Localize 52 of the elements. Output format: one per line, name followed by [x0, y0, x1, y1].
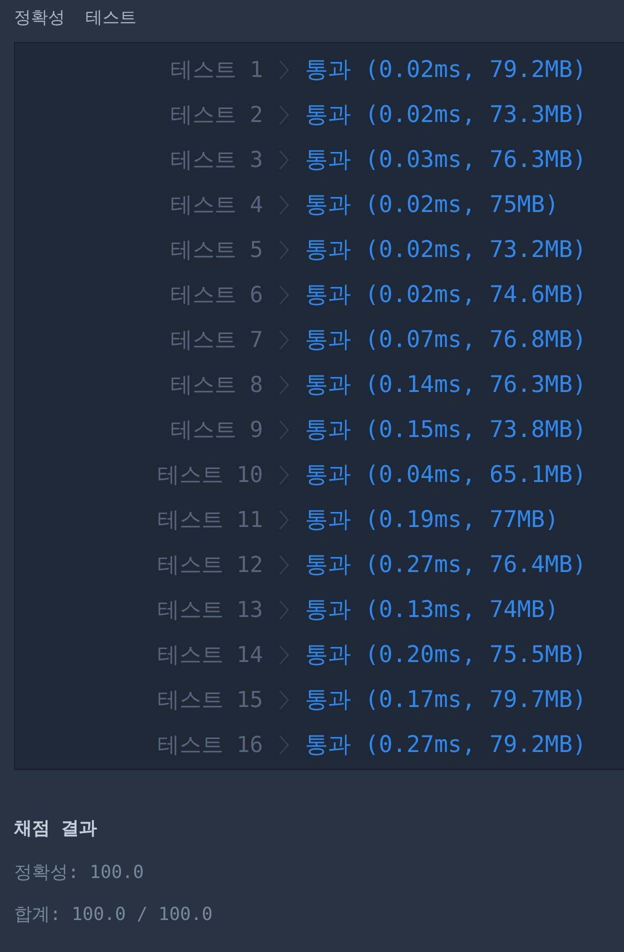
test-result: 통과 (0.15ms, 73.8MB)	[305, 416, 588, 445]
summary-line: 합계: 100.0 / 100.0	[14, 903, 214, 926]
chevron-icon	[279, 240, 289, 260]
test-label: 테스트 12	[157, 552, 263, 580]
chevron-icon	[279, 690, 289, 710]
summary-title: 채점 결과	[14, 817, 98, 840]
chevron-icon	[279, 554, 289, 574]
test-label: 테스트 16	[157, 732, 263, 760]
test-label: 테스트 6	[170, 282, 263, 310]
chevron-icon	[279, 330, 289, 350]
chevron-icon	[279, 284, 289, 304]
test-label: 테스트 5	[170, 236, 263, 264]
chevron-icon	[279, 600, 289, 620]
chevron-icon	[279, 420, 289, 440]
chevron-icon	[279, 194, 289, 214]
test-result: 통과 (0.04ms, 65.1MB)	[305, 461, 588, 490]
test-label: 테스트 11	[157, 506, 263, 534]
test-result: 통과 (0.07ms, 76.8MB)	[305, 326, 588, 355]
test-label: 테스트 4	[170, 192, 263, 220]
test-result: 통과 (0.02ms, 74.6MB)	[305, 281, 588, 310]
test-result: 통과 (0.03ms, 76.3MB)	[305, 146, 588, 175]
chevron-icon	[279, 60, 289, 80]
test-result: 통과 (0.02ms, 73.3MB)	[305, 101, 588, 130]
test-result: 통과 (0.20ms, 75.5MB)	[305, 641, 588, 670]
test-label: 테스트 13	[157, 596, 263, 624]
chevron-icon	[279, 374, 289, 394]
test-result: 통과 (0.14ms, 76.3MB)	[305, 371, 588, 400]
test-label: 테스트 15	[157, 686, 263, 714]
test-result: 통과 (0.27ms, 79.2MB)	[305, 731, 588, 760]
test-label: 테스트 10	[157, 462, 263, 490]
test-label: 테스트 2	[170, 102, 263, 130]
test-result: 통과 (0.02ms, 79.2MB)	[305, 56, 588, 85]
test-result: 통과 (0.02ms, 75MB)	[305, 191, 560, 220]
section-title: 정확성 테스트	[13, 7, 138, 30]
test-result: 통과 (0.17ms, 79.7MB)	[305, 686, 588, 715]
test-label: 테스트 3	[170, 146, 263, 174]
test-result: 통과 (0.27ms, 76.4MB)	[305, 551, 588, 580]
chevron-icon	[279, 510, 289, 530]
chevron-icon	[279, 734, 289, 754]
test-label: 테스트 8	[170, 372, 263, 400]
test-label: 테스트 7	[170, 326, 263, 354]
test-label: 테스트 9	[170, 416, 263, 444]
test-result: 통과 (0.13ms, 74MB)	[305, 596, 560, 625]
chevron-icon	[279, 104, 289, 124]
summary-line: 정확성: 100.0	[14, 861, 145, 884]
test-result: 통과 (0.19ms, 77MB)	[305, 506, 560, 535]
test-result: 통과 (0.02ms, 73.2MB)	[305, 236, 588, 265]
chevron-icon	[279, 464, 289, 484]
test-label: 테스트 1	[170, 56, 263, 84]
chevron-icon	[279, 150, 289, 170]
chevron-icon	[279, 644, 289, 664]
test-label: 테스트 14	[157, 642, 263, 670]
